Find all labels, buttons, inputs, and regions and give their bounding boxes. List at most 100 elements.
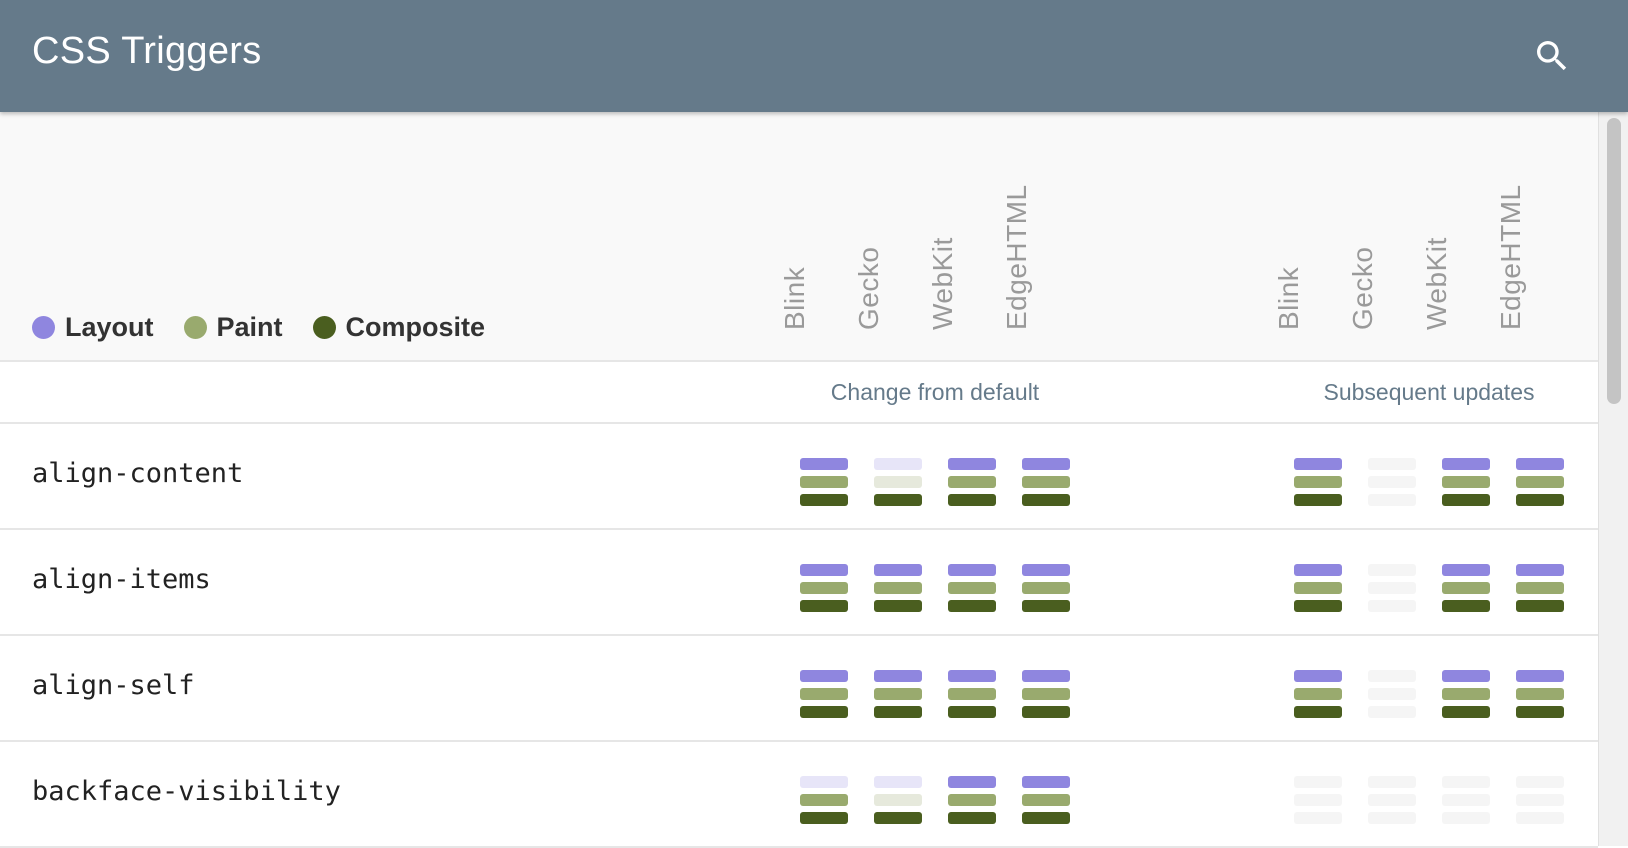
trigger-composite-bar	[1022, 812, 1070, 824]
legend-item-paint: Paint	[183, 311, 283, 343]
app-bar: CSS Triggers	[0, 0, 1628, 112]
trigger-paint-bar	[948, 688, 996, 700]
trigger-composite-bar	[1516, 494, 1564, 506]
trigger-composite-bar	[800, 706, 848, 718]
trigger-composite-bar	[1516, 812, 1564, 824]
main-content: Layout Paint Composite Blink Gecko WebKi…	[0, 112, 1598, 848]
trigger-paint-bar	[1368, 476, 1416, 488]
search-icon[interactable]	[1532, 36, 1572, 76]
trigger-paint-bar	[1294, 476, 1342, 488]
trigger-composite-bar	[1442, 706, 1490, 718]
table-row[interactable]: align-content	[0, 424, 1598, 530]
trigger-layout-bar	[1294, 564, 1342, 576]
trigger-layout-bar	[1442, 564, 1490, 576]
trigger-paint-bar	[874, 794, 922, 806]
trigger-layout-bar	[948, 670, 996, 682]
trigger-layout-bar	[1022, 670, 1070, 682]
trigger-composite-bar	[1442, 812, 1490, 824]
trigger-paint-bar	[874, 476, 922, 488]
engine-label: Blink	[1273, 266, 1304, 330]
trigger-layout-bar	[874, 670, 922, 682]
trigger-layout-bar	[1368, 564, 1416, 576]
trigger-layout-bar	[1442, 670, 1490, 682]
trigger-paint-bar	[1022, 476, 1070, 488]
trigger-paint-bar	[1442, 582, 1490, 594]
legend-item-composite: Composite	[312, 311, 486, 343]
trigger-paint-bar	[874, 688, 922, 700]
trigger-composite-bar	[1022, 706, 1070, 718]
trigger-layout-bar	[800, 776, 848, 788]
trigger-layout-bar	[1516, 458, 1564, 470]
trigger-composite-bar	[1294, 812, 1342, 824]
trigger-layout-bar	[1294, 670, 1342, 682]
trigger-paint-bar	[1368, 582, 1416, 594]
trigger-composite-bar	[874, 812, 922, 824]
trigger-layout-bar	[1368, 458, 1416, 470]
trigger-layout-bar	[1516, 670, 1564, 682]
trigger-composite-bar	[1294, 600, 1342, 612]
table-header: Layout Paint Composite Blink Gecko WebKi…	[0, 112, 1598, 362]
trigger-composite-bar	[874, 600, 922, 612]
scrollbar[interactable]	[1598, 112, 1628, 846]
trigger-paint-bar	[800, 476, 848, 488]
group-label-change-from-default: Change from default	[830, 379, 1040, 405]
trigger-layout-bar	[948, 776, 996, 788]
trigger-paint-bar	[1516, 688, 1564, 700]
table-row[interactable]: align-self	[0, 636, 1598, 742]
trigger-paint-bar	[1294, 582, 1342, 594]
trigger-composite-bar	[1368, 600, 1416, 612]
trigger-paint-bar	[1294, 794, 1342, 806]
app-title: CSS Triggers	[32, 30, 262, 72]
trigger-composite-bar	[874, 706, 922, 718]
trigger-paint-bar	[948, 794, 996, 806]
trigger-composite-bar	[1516, 706, 1564, 718]
paint-dot-icon	[183, 315, 207, 339]
trigger-layout-bar	[1022, 458, 1070, 470]
engine-label: EdgeHTML	[1495, 184, 1526, 330]
group-header-row: Change from default Subsequent updates	[0, 362, 1598, 424]
property-name: align-content	[32, 458, 244, 489]
trigger-paint-bar	[1022, 582, 1070, 594]
trigger-layout-bar	[1294, 776, 1342, 788]
property-name: align-items	[32, 564, 211, 595]
legend-label: Layout	[65, 311, 154, 342]
trigger-paint-bar	[948, 476, 996, 488]
trigger-composite-bar	[1442, 494, 1490, 506]
trigger-paint-bar	[1442, 476, 1490, 488]
trigger-layout-bar	[1368, 670, 1416, 682]
table-row[interactable]: backface-visibility	[0, 742, 1598, 848]
trigger-composite-bar	[800, 812, 848, 824]
trigger-layout-bar	[1516, 776, 1564, 788]
trigger-layout-bar	[874, 776, 922, 788]
trigger-paint-bar	[1442, 794, 1490, 806]
trigger-paint-bar	[1442, 688, 1490, 700]
trigger-composite-bar	[948, 706, 996, 718]
trigger-layout-bar	[800, 564, 848, 576]
trigger-layout-bar	[874, 564, 922, 576]
trigger-paint-bar	[1516, 476, 1564, 488]
trigger-layout-bar	[948, 458, 996, 470]
trigger-layout-bar	[874, 458, 922, 470]
legend-label: Composite	[345, 311, 486, 342]
trigger-composite-bar	[1442, 600, 1490, 612]
trigger-paint-bar	[800, 794, 848, 806]
trigger-layout-bar	[1294, 458, 1342, 470]
trigger-layout-bar	[800, 458, 848, 470]
trigger-paint-bar	[1516, 794, 1564, 806]
engine-label: WebKit	[927, 237, 958, 330]
engine-label: WebKit	[1421, 237, 1452, 330]
trigger-layout-bar	[1516, 564, 1564, 576]
legend-label: Paint	[216, 311, 283, 342]
property-name: align-self	[32, 670, 195, 701]
layout-dot-icon	[32, 315, 55, 339]
table-row[interactable]: align-items	[0, 530, 1598, 636]
legend-item-layout: Layout	[32, 312, 154, 343]
engine-label: EdgeHTML	[1001, 184, 1032, 330]
trigger-composite-bar	[1368, 812, 1416, 824]
trigger-layout-bar	[1442, 776, 1490, 788]
trigger-composite-bar	[800, 494, 848, 506]
trigger-paint-bar	[800, 688, 848, 700]
trigger-paint-bar	[1294, 688, 1342, 700]
trigger-composite-bar	[948, 812, 996, 824]
scrollbar-thumb[interactable]	[1607, 118, 1621, 404]
